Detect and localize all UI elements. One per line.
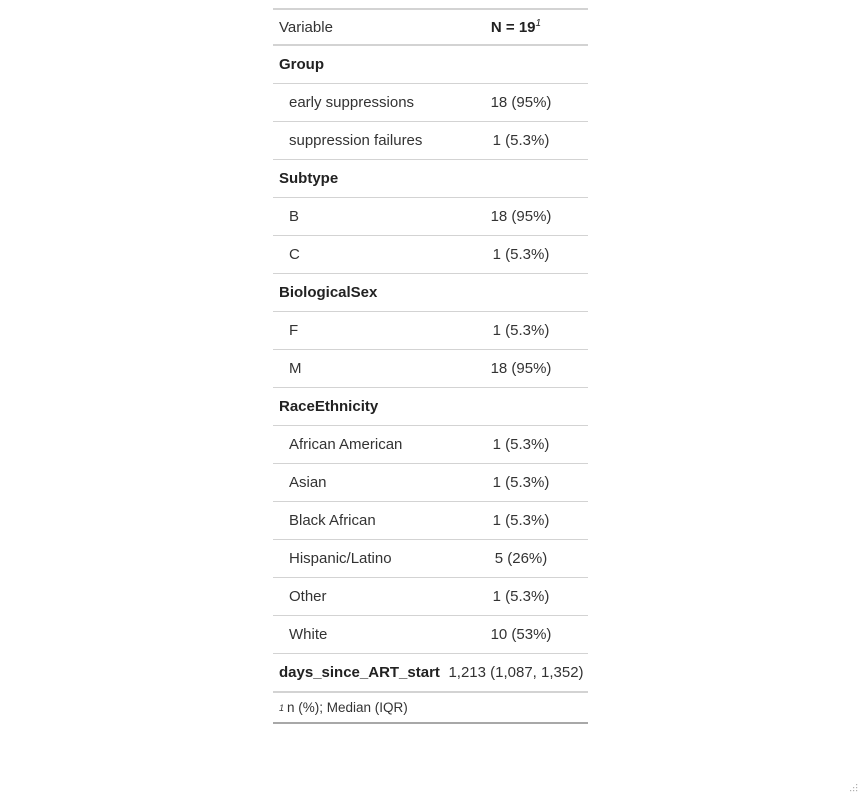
row-value: 1 (5.3%) xyxy=(492,132,550,149)
footnote-text: n (%); Median (IQR) xyxy=(287,700,408,715)
row-label: RaceEthnicity xyxy=(279,398,379,415)
row-value: 1 (5.3%) xyxy=(492,246,550,263)
row-value: 10 (53%) xyxy=(490,626,552,643)
row-label: Other xyxy=(289,588,327,605)
table-row: B 18 (95%) xyxy=(273,198,588,236)
summary-table: Variable N = 191 Group early suppressions… xyxy=(273,8,588,724)
row-value: 18 (95%) xyxy=(490,360,552,377)
row-value: 1 (5.3%) xyxy=(492,474,550,491)
row-label: suppression failures xyxy=(289,132,423,149)
row-label: C xyxy=(289,246,300,263)
table-row: Hispanic/Latino 5 (26%) xyxy=(273,540,588,578)
row-value: 5 (26%) xyxy=(494,550,548,567)
table-footnote: 1 n (%); Median (IQR) xyxy=(273,692,588,724)
row-label: Group xyxy=(279,56,324,73)
table-body: Group early suppressions 18 (95%) suppressi… xyxy=(273,46,588,692)
n-footnote-mark: 1 xyxy=(535,18,542,29)
table-group-row: RaceEthnicity xyxy=(273,388,588,426)
row-label: M xyxy=(289,360,302,377)
resize-grip-icon[interactable] xyxy=(848,782,858,792)
row-value: 1 (5.3%) xyxy=(492,512,550,529)
table-header-row: Variable N = 191 xyxy=(273,8,588,46)
n-column-header: N = 191 xyxy=(444,18,588,36)
row-label: F xyxy=(289,322,299,339)
row-label: African American xyxy=(289,436,403,453)
table-row: C 1 (5.3%) xyxy=(273,236,588,274)
n-header-label: N = 19 xyxy=(490,19,536,36)
variable-column-header: Variable xyxy=(279,18,333,36)
table-group-row: days_since_ART_start 1,213 (1,087, 1,352) xyxy=(273,654,588,692)
row-value: 1 (5.3%) xyxy=(492,436,550,453)
row-label: Subtype xyxy=(279,170,339,187)
table-group-row: BiologicalSex xyxy=(273,274,588,312)
table-row: Asian 1 (5.3%) xyxy=(273,464,588,502)
table-group-row: Subtype xyxy=(273,160,588,198)
row-label: days_since_ART_start xyxy=(279,664,440,681)
row-label: Hispanic/Latino xyxy=(289,550,392,567)
table-row: M 18 (95%) xyxy=(273,350,588,388)
table-group-row: Group xyxy=(273,46,588,84)
footnote-mark: 1 xyxy=(279,702,285,713)
table-row: Black African 1 (5.3%) xyxy=(273,502,588,540)
table-row: Other 1 (5.3%) xyxy=(273,578,588,616)
table-row: African American 1 (5.3%) xyxy=(273,426,588,464)
table-row: suppression failures 1 (5.3%) xyxy=(273,122,588,160)
row-label: Asian xyxy=(289,474,327,491)
row-value: 18 (95%) xyxy=(490,208,552,225)
table-row: early suppressions 18 (95%) xyxy=(273,84,588,122)
row-label: White xyxy=(289,626,328,643)
table-row: White 10 (53%) xyxy=(273,616,588,654)
row-value: 18 (95%) xyxy=(490,94,552,111)
row-label: early suppressions xyxy=(289,94,415,111)
row-label: B xyxy=(289,208,300,225)
row-value: 1 (5.3%) xyxy=(492,588,550,605)
table-row: F 1 (5.3%) xyxy=(273,312,588,350)
row-label: Black African xyxy=(289,512,376,529)
row-value: 1,213 (1,087, 1,352) xyxy=(448,664,584,681)
row-value: 1 (5.3%) xyxy=(492,322,550,339)
row-label: BiologicalSex xyxy=(279,284,378,301)
